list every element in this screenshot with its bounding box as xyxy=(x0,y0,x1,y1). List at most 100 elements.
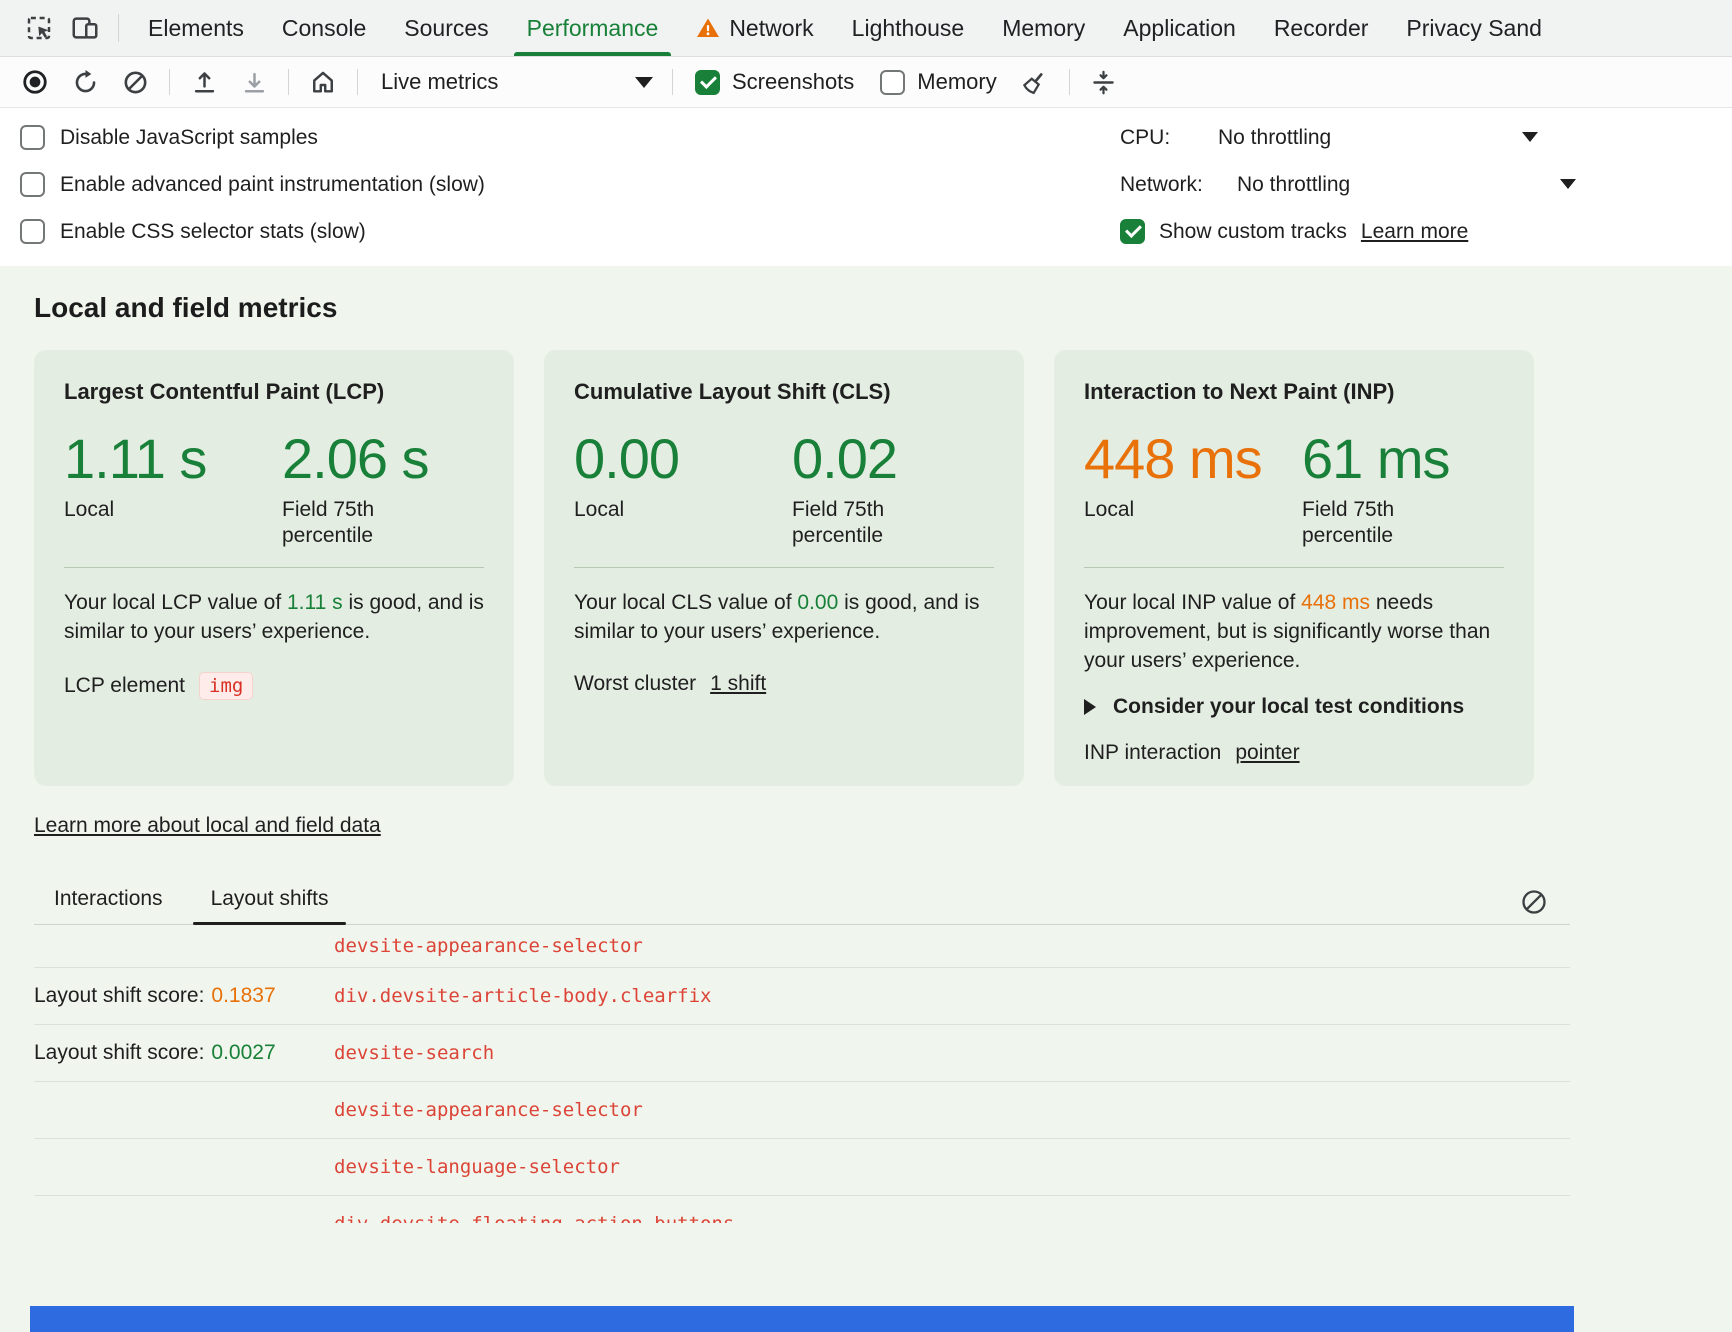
tab-application[interactable]: Application xyxy=(1104,0,1255,56)
record-button[interactable] xyxy=(10,60,60,104)
score-cell: Layout shift score: 0.1837 xyxy=(34,984,334,1008)
chevron-down-icon xyxy=(635,77,653,88)
load-profile-icon[interactable] xyxy=(179,60,229,104)
inp-local-label: Local xyxy=(1084,497,1234,523)
selected-log-row-partial[interactable] xyxy=(30,1306,1574,1332)
learn-more-field-data-link[interactable]: Learn more about local and field data xyxy=(34,814,381,838)
node-link[interactable]: div.devsite-floating-action-buttons xyxy=(334,1213,734,1223)
lcp-element-row: LCP element img xyxy=(64,672,484,700)
checkbox-label: Disable JavaScript samples xyxy=(60,126,318,150)
node-link[interactable]: devsite-appearance-selector xyxy=(334,935,643,957)
screenshots-checkbox[interactable]: Screenshots xyxy=(695,69,854,95)
worst-cluster-label: Worst cluster xyxy=(574,672,696,696)
lcp-description: Your local LCP value of 1.11 s is good, … xyxy=(64,588,484,646)
disclosure-triangle-icon xyxy=(1084,699,1096,715)
inp-interaction-link[interactable]: pointer xyxy=(1235,741,1299,765)
node-link[interactable]: devsite-search xyxy=(334,1042,494,1064)
network-throttling-select[interactable]: Network: No throttling xyxy=(1120,161,1720,208)
vertical-collapse-icon[interactable] xyxy=(1079,60,1129,104)
live-metrics-log: Interactions Layout shifts devsite-appea… xyxy=(34,878,1570,1223)
tab-performance[interactable]: Performance xyxy=(508,0,678,56)
tab-privacy-sandbox[interactable]: Privacy Sand xyxy=(1387,0,1561,56)
tab-label: Elements xyxy=(148,15,244,42)
tab-label: Privacy Sand xyxy=(1406,15,1542,42)
inp-field-value: 61 ms xyxy=(1302,429,1452,489)
log-tabbar: Interactions Layout shifts xyxy=(34,878,1570,925)
clear-log-icon[interactable] xyxy=(1520,888,1548,916)
node-link[interactable]: div.devsite-article-body.clearfix xyxy=(334,985,712,1007)
performance-toolbar: Live metrics Screenshots Memory xyxy=(0,57,1732,108)
tab-console[interactable]: Console xyxy=(263,0,385,56)
layout-shift-row[interactable]: devsite-appearance-selector xyxy=(34,1082,1570,1139)
tab-network[interactable]: Network xyxy=(677,0,832,56)
record-and-reload-icon[interactable] xyxy=(60,60,110,104)
checkbox-unchecked-icon[interactable] xyxy=(20,125,45,150)
lcp-local-label: Local xyxy=(64,497,214,523)
capture-settings-panel: Disable JavaScript samples Enable advanc… xyxy=(0,108,1732,267)
inspect-element-icon[interactable] xyxy=(16,0,62,56)
chevron-down-icon xyxy=(1522,132,1538,142)
desc-value: 0.00 xyxy=(797,591,838,614)
history-select[interactable]: Live metrics xyxy=(367,61,663,103)
tab-sources[interactable]: Sources xyxy=(385,0,507,56)
cls-field-label: Field 75th percentile xyxy=(792,497,942,549)
inp-interaction-label: INP interaction xyxy=(1084,741,1221,765)
cls-local-label: Local xyxy=(574,497,724,523)
node-link[interactable]: devsite-appearance-selector xyxy=(334,1099,643,1121)
capture-settings-right: CPU: No throttling Network: No throttlin… xyxy=(1120,114,1720,255)
lcp-card: Largest Contentful Paint (LCP) 1.11 s Lo… xyxy=(34,350,514,786)
desc-text: Your local LCP value of xyxy=(64,591,287,614)
node-link[interactable]: devsite-language-selector xyxy=(334,1156,620,1178)
chevron-down-icon xyxy=(1560,179,1576,189)
checkbox-unchecked-icon[interactable] xyxy=(880,70,905,95)
desc-text: Your local INP value of xyxy=(1084,591,1301,614)
metric-cards: Largest Contentful Paint (LCP) 1.11 s Lo… xyxy=(34,350,1570,786)
tab-label: Sources xyxy=(404,15,488,42)
layout-shift-row[interactable]: devsite-language-selector xyxy=(34,1139,1570,1196)
learn-more-link[interactable]: Learn more xyxy=(1361,220,1468,244)
memory-checkbox[interactable]: Memory xyxy=(880,69,996,95)
layout-shift-row[interactable]: devsite-appearance-selector xyxy=(34,925,1570,968)
tab-recorder[interactable]: Recorder xyxy=(1255,0,1388,56)
layout-shift-row-partial[interactable]: div.devsite-floating-action-buttons xyxy=(34,1196,1570,1223)
tab-elements[interactable]: Elements xyxy=(129,0,263,56)
cls-values: 0.00 Local 0.02 Field 75th percentile xyxy=(574,429,994,549)
tab-memory[interactable]: Memory xyxy=(983,0,1104,56)
cpu-label: CPU: xyxy=(1120,126,1218,150)
show-custom-tracks-checkbox[interactable] xyxy=(1120,219,1145,244)
tab-label: Performance xyxy=(527,15,659,42)
lcp-element-node-chip[interactable]: img xyxy=(199,672,253,700)
tab-label: Console xyxy=(282,15,366,42)
worst-cluster-link[interactable]: 1 shift xyxy=(710,672,766,696)
tab-lighthouse[interactable]: Lighthouse xyxy=(833,0,984,56)
checkbox-checked-icon[interactable] xyxy=(695,70,720,95)
layout-shift-row[interactable]: Layout shift score: 0.1837 div.devsite-a… xyxy=(34,968,1570,1025)
inp-values: 448 ms Local 61 ms Field 75th percentile xyxy=(1084,429,1504,549)
separator xyxy=(169,69,170,95)
tab-interactions[interactable]: Interactions xyxy=(50,887,167,924)
clear-icon[interactable] xyxy=(110,60,160,104)
separator xyxy=(672,69,673,95)
divider xyxy=(1084,567,1504,568)
local-test-conditions-disclosure[interactable]: Consider your local test conditions xyxy=(1084,695,1504,719)
device-toolbar-icon[interactable] xyxy=(62,0,108,56)
cpu-throttling-select[interactable]: CPU: No throttling xyxy=(1120,114,1720,161)
broom-icon[interactable] xyxy=(1010,60,1060,104)
lcp-local-value: 1.11 s xyxy=(64,429,282,489)
checkbox-unchecked-icon[interactable] xyxy=(20,219,45,244)
tab-label: Memory xyxy=(1002,15,1085,42)
desc-value: 1.11 s xyxy=(287,591,343,614)
save-profile-icon[interactable] xyxy=(229,60,279,104)
tab-layout-shifts[interactable]: Layout shifts xyxy=(207,887,333,924)
desc-value: 448 ms xyxy=(1301,591,1370,614)
separator xyxy=(118,14,119,42)
cls-field-value: 0.02 xyxy=(792,429,942,489)
separator xyxy=(357,69,358,95)
worst-cluster-row: Worst cluster 1 shift xyxy=(574,672,994,696)
lcp-field-label: Field 75th percentile xyxy=(282,497,432,549)
home-icon[interactable] xyxy=(298,60,348,104)
screenshots-label: Screenshots xyxy=(732,69,854,95)
checkbox-unchecked-icon[interactable] xyxy=(20,172,45,197)
layout-shift-row[interactable]: Layout shift score: 0.0027 devsite-searc… xyxy=(34,1025,1570,1082)
show-custom-tracks-row: Show custom tracks Learn more xyxy=(1120,208,1720,255)
